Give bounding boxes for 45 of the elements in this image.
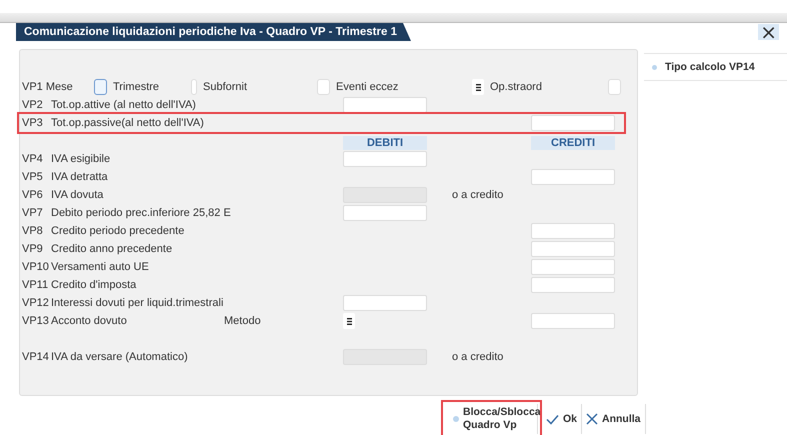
menu-button[interactable] xyxy=(343,313,355,329)
menu-button[interactable] xyxy=(472,79,484,95)
column-header: CREDITI xyxy=(531,136,615,150)
input-field[interactable] xyxy=(531,115,615,131)
option-label: Op.straord xyxy=(490,81,542,93)
input-field[interactable] xyxy=(531,259,615,275)
toolbar-button[interactable]: Ok xyxy=(542,404,582,434)
row-label: VP8 Credito periodo precedente xyxy=(22,225,186,237)
row-label: VP6 IVA dovuta xyxy=(22,189,104,201)
row-label: VP2 Tot.op.attive (al netto dell'IVA) xyxy=(22,99,197,111)
input-field[interactable] xyxy=(531,313,615,329)
row-label: VP1 Mese xyxy=(22,81,74,93)
option-label: Subfornit xyxy=(203,81,248,93)
row-label: VP14 IVA da versare (Automatico) xyxy=(22,351,189,363)
column-header: DEBITI xyxy=(343,136,427,150)
option-label: Eventi eccez xyxy=(336,81,398,93)
row-label: VP12 Interessi dovuti per liquid.trimestrali xyxy=(22,297,224,309)
input-field[interactable] xyxy=(531,169,615,185)
close-icon xyxy=(586,413,598,425)
close-button[interactable]: × xyxy=(758,24,779,40)
row-label: VP5 IVA detratta xyxy=(22,171,109,183)
field-label: o a credito xyxy=(452,351,504,363)
input-field[interactable] xyxy=(531,277,615,293)
input-field[interactable] xyxy=(343,205,427,221)
row-label: VP4 IVA esigibile xyxy=(22,153,112,165)
option-label: Trimestre xyxy=(113,81,160,93)
row-label: VP7 Debito periodo prec.inferiore 25,82 E xyxy=(22,207,231,219)
check-icon xyxy=(546,414,559,424)
row-label: VP3 Tot.op.passive(al netto dell'IVA) xyxy=(22,117,205,129)
menu-icon xyxy=(346,318,352,324)
input-field[interactable] xyxy=(343,151,427,167)
row-label: VP13 Acconto dovuto xyxy=(22,315,128,327)
input-field[interactable] xyxy=(531,223,615,239)
input-field[interactable] xyxy=(343,295,427,311)
window-title: Comunicazione liquidazioni periodiche Iva - Quadro VP - Trimestre 1 xyxy=(16,23,411,41)
row-label: VP10 Versamenti auto UE xyxy=(22,261,150,273)
field-label: Metodo xyxy=(224,315,261,327)
checkbox[interactable] xyxy=(94,79,107,95)
row-label: VP9 Credito anno precedente xyxy=(22,243,174,255)
field-label: o a credito xyxy=(452,189,504,201)
dot-icon xyxy=(453,416,459,422)
input-field[interactable] xyxy=(531,241,615,257)
input-field[interactable] xyxy=(343,97,427,113)
menu-icon xyxy=(476,84,480,90)
row-label: VP11 Credito d'imposta xyxy=(22,279,138,291)
